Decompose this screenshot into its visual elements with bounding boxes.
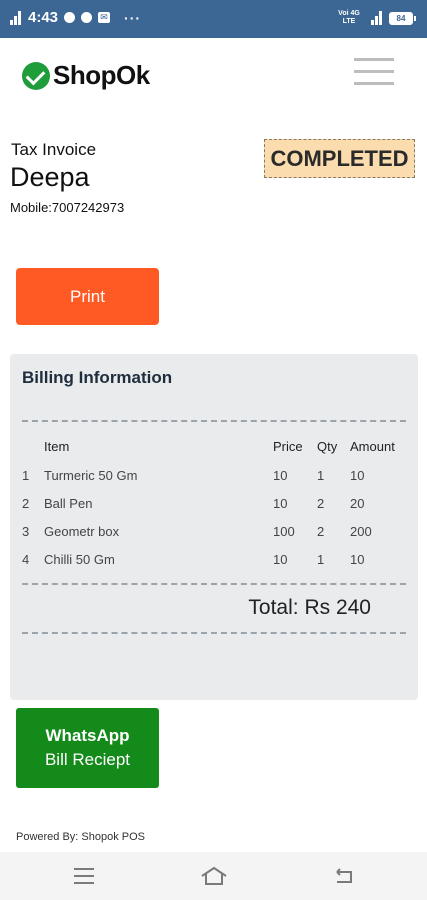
item-amount: 200	[350, 524, 372, 539]
billing-title: Billing Information	[22, 368, 173, 387]
whatsapp-label: WhatsApp	[45, 726, 130, 745]
print-button[interactable]: Print	[16, 268, 159, 325]
item-price: 10	[273, 496, 288, 511]
help-icon	[81, 12, 93, 23]
row-number: 4	[22, 552, 30, 567]
divider	[22, 632, 406, 634]
recent-apps-icon[interactable]	[74, 868, 94, 884]
network-lte-label: Voi 4G LTE	[338, 10, 360, 25]
status-bar: 4:43 ✉ ··· Voi 4G LTE 84	[0, 0, 427, 38]
clock: 4:43	[28, 9, 59, 26]
powered-by-text: Powered By: Shopok POS	[16, 831, 146, 843]
customer-name: Deepa	[10, 162, 90, 192]
bill-receipt-label: Bill Reciept	[44, 750, 131, 769]
column-header-item: Item	[44, 439, 70, 454]
row-number: 3	[22, 524, 30, 539]
item-amount: 10	[350, 552, 365, 567]
divider	[22, 583, 406, 585]
customer-mobile: Mobile:7007242973	[10, 200, 125, 215]
item-name: Chilli 50 Gm	[44, 552, 115, 567]
row-number: 1	[22, 468, 30, 483]
menu-button[interactable]	[354, 58, 394, 86]
column-header-price: Price	[273, 439, 303, 454]
column-header-qty: Qty	[317, 439, 338, 454]
item-qty: 1	[317, 552, 325, 567]
billing-card: Billing Information Item Price Qty Amoun…	[10, 354, 418, 700]
shopok-logo[interactable]: ShopOk	[22, 60, 150, 91]
item-price: 10	[273, 552, 288, 567]
mail-icon: ✉	[98, 12, 111, 23]
item-price: 10	[273, 468, 288, 483]
item-name: Turmeric 50 Gm	[44, 468, 138, 483]
tax-invoice-label: Tax Invoice	[11, 140, 97, 159]
whatsapp-bill-receipt-button[interactable]: WhatsApp Bill Reciept	[16, 708, 159, 788]
divider	[22, 420, 406, 422]
cell-signal-icon	[371, 11, 383, 25]
system-nav-bar	[0, 852, 427, 900]
battery-icon: 84	[389, 11, 416, 25]
signal-icon	[10, 10, 22, 25]
row-number: 2	[22, 496, 30, 511]
home-icon[interactable]	[200, 866, 228, 886]
status-badge: COMPLETED	[264, 139, 415, 178]
check-circle-icon	[22, 61, 50, 90]
bill-total: Total: Rs 240	[248, 596, 371, 619]
item-amount: 10	[350, 468, 365, 483]
item-qty: 2	[317, 496, 325, 511]
more-notifications-icon: ···	[124, 9, 142, 26]
item-qty: 2	[317, 524, 325, 539]
back-icon[interactable]	[334, 868, 354, 884]
notification-dot-icon	[64, 12, 76, 23]
item-price: 100	[273, 524, 295, 539]
item-name: Ball Pen	[44, 496, 93, 511]
item-amount: 20	[350, 496, 365, 511]
column-header-amount: Amount	[350, 439, 395, 454]
item-name: Geometr box	[44, 524, 120, 539]
item-qty: 1	[317, 468, 325, 483]
logo-text: ShopOk	[53, 60, 150, 90]
app-header: ShopOk	[0, 38, 427, 110]
